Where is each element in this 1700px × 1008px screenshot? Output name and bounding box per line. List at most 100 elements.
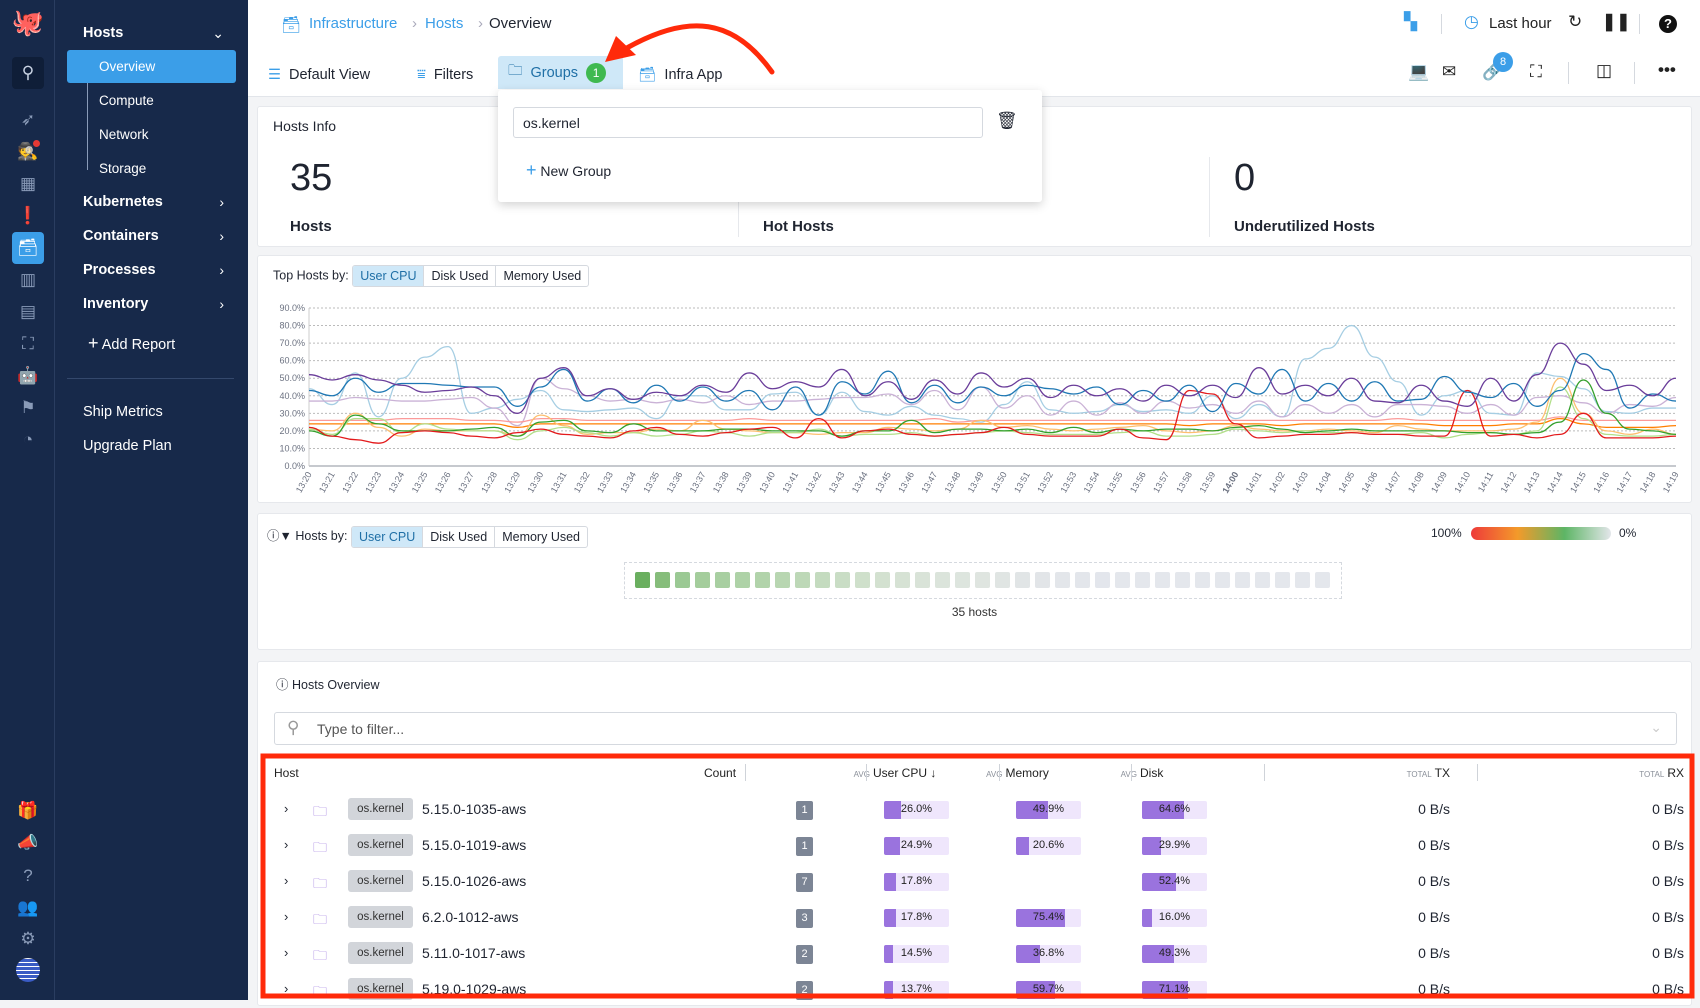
host-cell[interactable] (675, 572, 690, 588)
megaphone-icon[interactable]: 📣 (14, 829, 42, 857)
host-cell[interactable] (1075, 572, 1090, 588)
scan-face-icon[interactable]: ⛶ (14, 330, 42, 358)
table-row[interactable]: › 🗀 os.kernel 5.15.0-1019-aws 1 24.9% 20.6% 29.… (260, 828, 1691, 864)
gift-icon[interactable]: 🎁 (14, 797, 42, 825)
host-cell[interactable] (1195, 572, 1210, 588)
column-divider[interactable] (1477, 764, 1478, 781)
host-cell[interactable] (895, 572, 910, 588)
octopus-logo[interactable]: 🐙 (12, 7, 44, 37)
host-name[interactable]: 5.15.0-1035-aws (422, 801, 526, 817)
column-divider[interactable] (999, 764, 1000, 781)
host-cell[interactable] (835, 572, 850, 588)
host-cell[interactable] (955, 572, 970, 588)
host-cell[interactable] (795, 572, 810, 588)
table-row[interactable]: › 🗀 os.kernel 5.19.0-1029-aws 2 13.7% 59.7% 71.… (260, 972, 1691, 1008)
info-icon[interactable]: ⓘ (276, 678, 289, 692)
table-row[interactable]: › 🗀 os.kernel 5.15.0-1035-aws 1 26.0% 49.9% 64.… (260, 792, 1691, 828)
infra-app-button[interactable]: 🗃 Infra App (628, 60, 732, 89)
host-name[interactable]: 5.11.0-1017-aws (422, 945, 525, 961)
refresh-icon[interactable]: ↻ (1568, 12, 1582, 32)
breadcrumb-hosts[interactable]: Hosts (425, 15, 463, 32)
series-line-1[interactable] (309, 377, 1677, 427)
nav-sub-network[interactable]: Network (99, 127, 149, 142)
host-cell[interactable] (1315, 572, 1330, 588)
alert-icon[interactable]: ❗ (14, 202, 42, 230)
host-cell[interactable] (715, 572, 730, 588)
groups-button[interactable]: 🗀 Groups 1 (498, 56, 623, 89)
flag-icon[interactable]: ⚑ (14, 394, 42, 422)
nav-inventory[interactable]: Inventory (83, 296, 148, 312)
host-cell[interactable] (995, 572, 1010, 588)
avatar[interactable] (16, 958, 40, 982)
gauge-icon[interactable]: ◔ (14, 426, 42, 454)
series-line-0[interactable] (308, 324, 1676, 423)
more-icon[interactable]: ••• (1658, 60, 1676, 80)
group-field-input[interactable]: os.kernel (513, 107, 983, 138)
split-view-icon[interactable]: ◫ (1596, 61, 1612, 81)
filter-input[interactable]: ⚲ Type to filter... ⌄ (274, 712, 1677, 745)
trash-icon[interactable]: 🗑 (996, 111, 1018, 131)
search-icon[interactable]: ⚲ (12, 57, 44, 89)
column-header[interactable]: Count (704, 766, 736, 780)
expand-chevron-icon[interactable]: › (284, 837, 288, 852)
host-cell[interactable] (1295, 572, 1310, 588)
host-name[interactable]: 6.2.0-1012-aws (422, 909, 519, 925)
host-cell[interactable] (1055, 572, 1070, 588)
expand-chevron-icon[interactable]: › (284, 945, 288, 960)
host-cell[interactable] (1015, 572, 1030, 588)
host-cell[interactable] (1115, 572, 1130, 588)
clock-icon[interactable]: ◷ (1464, 12, 1479, 32)
time-range-selector[interactable]: Last hour (1489, 15, 1552, 32)
option-disk-used[interactable]: Disk Used (422, 526, 494, 547)
option-memory-used[interactable]: Memory Used (494, 526, 587, 547)
info-icon[interactable]: ⓘ (267, 529, 280, 543)
nav-sub-compute[interactable]: Compute (99, 93, 154, 108)
host-cell[interactable] (755, 572, 770, 588)
host-cell[interactable] (735, 572, 750, 588)
add-widget-icon[interactable]: ▚ (1404, 12, 1417, 32)
nav-hosts[interactable]: Hosts (83, 25, 123, 41)
table-row[interactable]: › 🗀 os.kernel 5.15.0-1026-aws 7 17.8% 52.4% 0 B… (260, 864, 1691, 900)
nav-sub-storage[interactable]: Storage (99, 161, 146, 176)
table-row[interactable]: › 🗀 os.kernel 6.2.0-1012-aws 3 17.8% 75.4% 16.0… (260, 900, 1691, 936)
gear-icon[interactable]: ⚙ (14, 925, 42, 953)
host-cell[interactable] (695, 572, 710, 588)
pause-icon[interactable]: ❚❚ (1602, 12, 1631, 32)
host-cell[interactable] (855, 572, 870, 588)
hosts-icon[interactable]: 🗃 (12, 232, 44, 264)
series-line-2[interactable] (309, 416, 1676, 423)
host-cell[interactable] (935, 572, 950, 588)
host-cell[interactable] (1235, 572, 1250, 588)
host-cell[interactable] (975, 572, 990, 588)
filter-icon[interactable]: ▼ (280, 529, 292, 543)
host-cell[interactable] (1135, 572, 1150, 588)
chevron-down-icon[interactable]: ⌄ (1650, 719, 1662, 736)
column-header[interactable]: Host (274, 766, 299, 780)
help-icon[interactable]: ? (1659, 15, 1677, 33)
column-divider[interactable] (1131, 764, 1132, 781)
host-cell[interactable] (1095, 572, 1110, 588)
add-report-button[interactable]: + Add Report (88, 333, 175, 354)
host-cell[interactable] (815, 572, 830, 588)
filters-button[interactable]: ⩸ Filters (407, 60, 483, 89)
nav-ship-metrics[interactable]: Ship Metrics (83, 404, 163, 420)
expand-chevron-icon[interactable]: › (284, 909, 288, 924)
host-name[interactable]: 5.15.0-1019-aws (422, 837, 526, 853)
host-cell[interactable] (635, 572, 650, 588)
default-view-button[interactable]: ☰ Default View (258, 60, 380, 89)
column-divider[interactable] (866, 764, 867, 781)
host-cell[interactable] (1255, 572, 1270, 588)
email-icon[interactable]: ✉ (1442, 62, 1456, 82)
chart-icon[interactable]: ▥ (14, 266, 42, 294)
nav-containers[interactable]: Containers (83, 228, 159, 244)
column-divider[interactable] (745, 764, 746, 781)
host-cell[interactable] (1275, 572, 1290, 588)
column-header[interactable]: AVG Memory (960, 766, 1075, 780)
nav-processes[interactable]: Processes (83, 262, 156, 278)
embed-icon[interactable]: 💻 (1408, 62, 1429, 82)
help-icon[interactable]: ? (14, 862, 42, 890)
apps-grid-icon[interactable]: ▦ (14, 170, 42, 198)
nav-kubernetes[interactable]: Kubernetes (83, 194, 163, 210)
column-divider[interactable] (1264, 764, 1265, 781)
host-name[interactable]: 5.19.0-1029-aws (422, 981, 526, 997)
